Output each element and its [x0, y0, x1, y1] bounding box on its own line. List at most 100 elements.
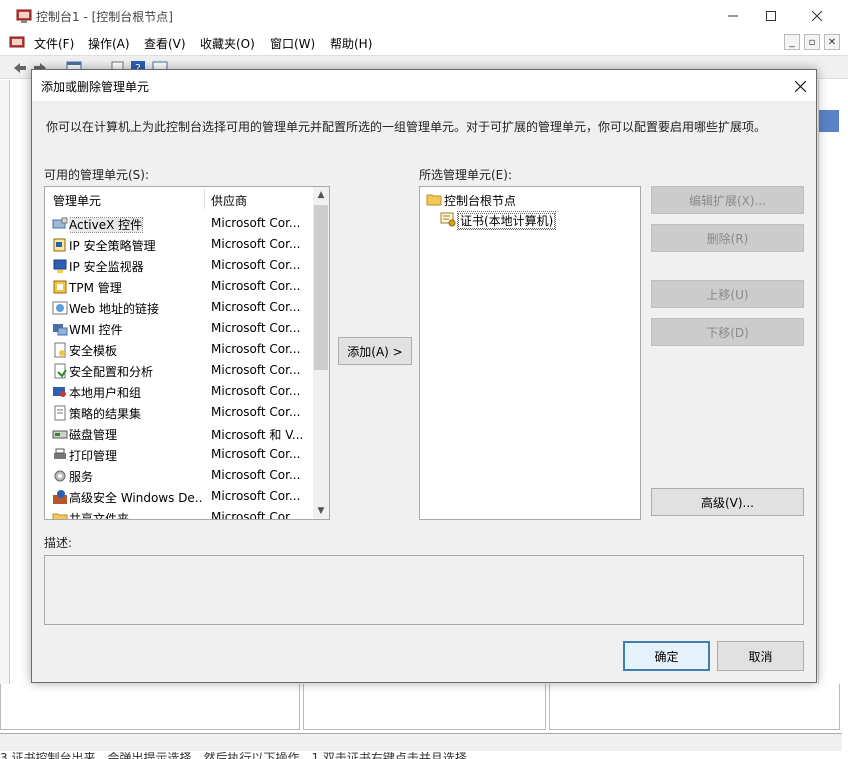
- snapin-vendor: Microsoft Cor...: [211, 468, 301, 482]
- menu-help[interactable]: 帮助(H): [330, 35, 372, 52]
- snapin-row[interactable]: 高级安全 Windows De... Microsoft Cor...: [45, 486, 313, 507]
- rsop-icon: [54, 405, 66, 421]
- local-users-icon: [53, 387, 66, 397]
- security-config-icon: [54, 363, 67, 379]
- snapin-row[interactable]: 服务 Microsoft Cor...: [45, 465, 313, 486]
- menu-window[interactable]: 窗口(W): [270, 35, 315, 52]
- snapin-vendor: Microsoft Cor...: [211, 447, 301, 461]
- child-close-button[interactable]: ✕: [824, 34, 840, 50]
- snapin-name: 共享文件夹: [69, 512, 130, 520]
- snapin-vendor: Microsoft Cor...: [211, 300, 301, 314]
- disk-management-icon: [52, 430, 68, 439]
- column-header-vendor[interactable]: 供应商: [211, 192, 247, 209]
- mmc-app-icon: [16, 9, 32, 23]
- menu-file[interactable]: 文件(F): [34, 35, 74, 52]
- mmc-window-title: 控制台1 - [控制台根节点]: [36, 10, 173, 24]
- vertical-scrollbar[interactable]: ▲ ▼: [313, 187, 329, 519]
- background-text: 3.证书控制台出来，会弹出提示选择，然后执行以下操作，1.双击证书右键点击并且选…: [0, 752, 467, 759]
- snapin-name: 本地用户和组: [69, 386, 142, 400]
- dialog-close-button[interactable]: [788, 74, 812, 98]
- tree-node-label: 控制台根节点: [444, 194, 517, 208]
- snapin-row[interactable]: 磁盘管理 Microsoft 和 V...: [45, 423, 313, 444]
- tree-node-console-root[interactable]: 控制台根节点: [426, 190, 626, 210]
- snapin-vendor: Microsoft 和 V...: [211, 428, 303, 442]
- scroll-up-arrow-icon[interactable]: ▲: [313, 187, 329, 203]
- close-icon: [812, 11, 822, 21]
- console-tree-pane: [0, 80, 10, 720]
- snapin-name: ActiveX 控件: [69, 217, 144, 233]
- snapin-vendor: Microsoft Cor...: [211, 363, 301, 377]
- security-template-icon: [54, 342, 66, 358]
- snapin-vendor: Microsoft Cor...: [211, 279, 301, 293]
- available-snapins-list[interactable]: 管理单元 供应商 ActiveX 控件 Microsoft Cor... IP 安全…: [44, 186, 330, 520]
- snapin-row[interactable]: 打印管理 Microsoft Cor...: [45, 444, 313, 465]
- snapin-row[interactable]: 策略的结果集 Microsoft Cor...: [45, 402, 313, 423]
- advanced-button[interactable]: 高级(V)...: [651, 488, 804, 516]
- column-header-snapin[interactable]: 管理单元: [53, 192, 101, 209]
- available-snapins-label: 可用的管理单元(S):: [44, 168, 150, 182]
- snapin-row[interactable]: IP 安全策略管理 Microsoft Cor...: [45, 234, 313, 255]
- snapin-name: 安全配置和分析: [69, 365, 154, 379]
- shared-folder-icon: [52, 513, 68, 519]
- snapin-name: IP 安全监视器: [69, 260, 144, 274]
- ip-security-monitor-icon: [53, 259, 67, 273]
- snapin-vendor: Microsoft Cor...: [211, 216, 301, 230]
- actions-pane-header: [819, 110, 839, 132]
- tree-node-label: 证书(本地计算机): [456, 211, 557, 230]
- column-separator[interactable]: [204, 189, 205, 209]
- services-icon: [54, 470, 66, 482]
- snapin-row[interactable]: WMI 控件 Microsoft Cor...: [45, 318, 313, 339]
- selected-snapins-tree[interactable]: 控制台根节点 证书(本地计算机): [419, 186, 641, 520]
- firewall-icon: [53, 490, 67, 504]
- move-down-button[interactable]: 下移(D): [651, 318, 804, 346]
- ip-security-policy-icon: [53, 238, 66, 252]
- print-management-icon: [54, 448, 66, 459]
- web-link-icon: [52, 301, 68, 315]
- snapin-vendor: Microsoft Cor...: [211, 258, 301, 272]
- wmi-icon: [53, 324, 68, 336]
- edit-extensions-button[interactable]: 编辑扩展(X)...: [651, 186, 804, 214]
- snapin-row[interactable]: 安全配置和分析 Microsoft Cor...: [45, 360, 313, 381]
- menu-view[interactable]: 查看(V): [144, 35, 186, 52]
- child-minimize-button[interactable]: _: [784, 34, 800, 50]
- child-restore-button[interactable]: ▫: [804, 34, 820, 50]
- bottom-pane-middle: [303, 684, 546, 730]
- snapin-vendor: Microsoft Cor...: [211, 489, 301, 503]
- cancel-button[interactable]: 取消: [717, 641, 804, 671]
- snapin-name: 高级安全 Windows De...: [69, 491, 203, 505]
- add-button[interactable]: 添加(A) >: [338, 337, 412, 365]
- activex-icon: [52, 217, 68, 229]
- snapin-row[interactable]: TPM 管理 Microsoft Cor...: [45, 276, 313, 297]
- ok-button[interactable]: 确定: [623, 641, 710, 671]
- tree-node-certificates[interactable]: 证书(本地计算机): [440, 210, 620, 230]
- snapin-vendor: Microsoft Cor...: [211, 510, 301, 520]
- selected-snapins-label: 所选管理单元(E):: [419, 168, 512, 182]
- snapin-row[interactable]: IP 安全监视器 Microsoft Cor...: [45, 255, 313, 276]
- snapin-row[interactable]: 共享文件夹 Microsoft Cor...: [45, 507, 313, 520]
- menu-action[interactable]: 操作(A): [88, 35, 130, 52]
- back-arrow-icon[interactable]: [12, 60, 28, 76]
- scroll-down-arrow-icon[interactable]: ▼: [313, 503, 329, 519]
- maximize-button[interactable]: [748, 0, 794, 32]
- snapin-row[interactable]: Web 地址的链接 Microsoft Cor...: [45, 297, 313, 318]
- actions-pane: [818, 80, 840, 720]
- dialog-title: 添加或删除管理单元: [41, 80, 150, 94]
- snapin-name: 服务: [69, 470, 94, 484]
- move-up-button[interactable]: 上移(U): [651, 280, 804, 308]
- snapin-row[interactable]: 安全模板 Microsoft Cor...: [45, 339, 313, 360]
- window-close-button[interactable]: [794, 0, 840, 32]
- snapin-name: 策略的结果集: [69, 407, 142, 421]
- snapin-row[interactable]: 本地用户和组 Microsoft Cor...: [45, 381, 313, 402]
- snapin-vendor: Microsoft Cor...: [211, 384, 301, 398]
- scrollbar-thumb[interactable]: [314, 205, 328, 370]
- certificate-icon: [440, 212, 456, 227]
- snapin-name: TPM 管理: [69, 281, 122, 295]
- folder-icon: [426, 194, 442, 206]
- menu-favorites[interactable]: 收藏夹(O): [200, 35, 255, 52]
- menu-bar: 文件(F) 操作(A) 查看(V) 收藏夹(O) 窗口(W) 帮助(H): [0, 32, 848, 54]
- snapin-row[interactable]: ActiveX 控件 Microsoft Cor...: [45, 213, 313, 234]
- remove-button[interactable]: 删除(R): [651, 224, 804, 252]
- snapin-name: Web 地址的链接: [69, 302, 159, 316]
- snapin-name: 安全模板: [69, 344, 118, 358]
- snapin-vendor: Microsoft Cor...: [211, 237, 301, 251]
